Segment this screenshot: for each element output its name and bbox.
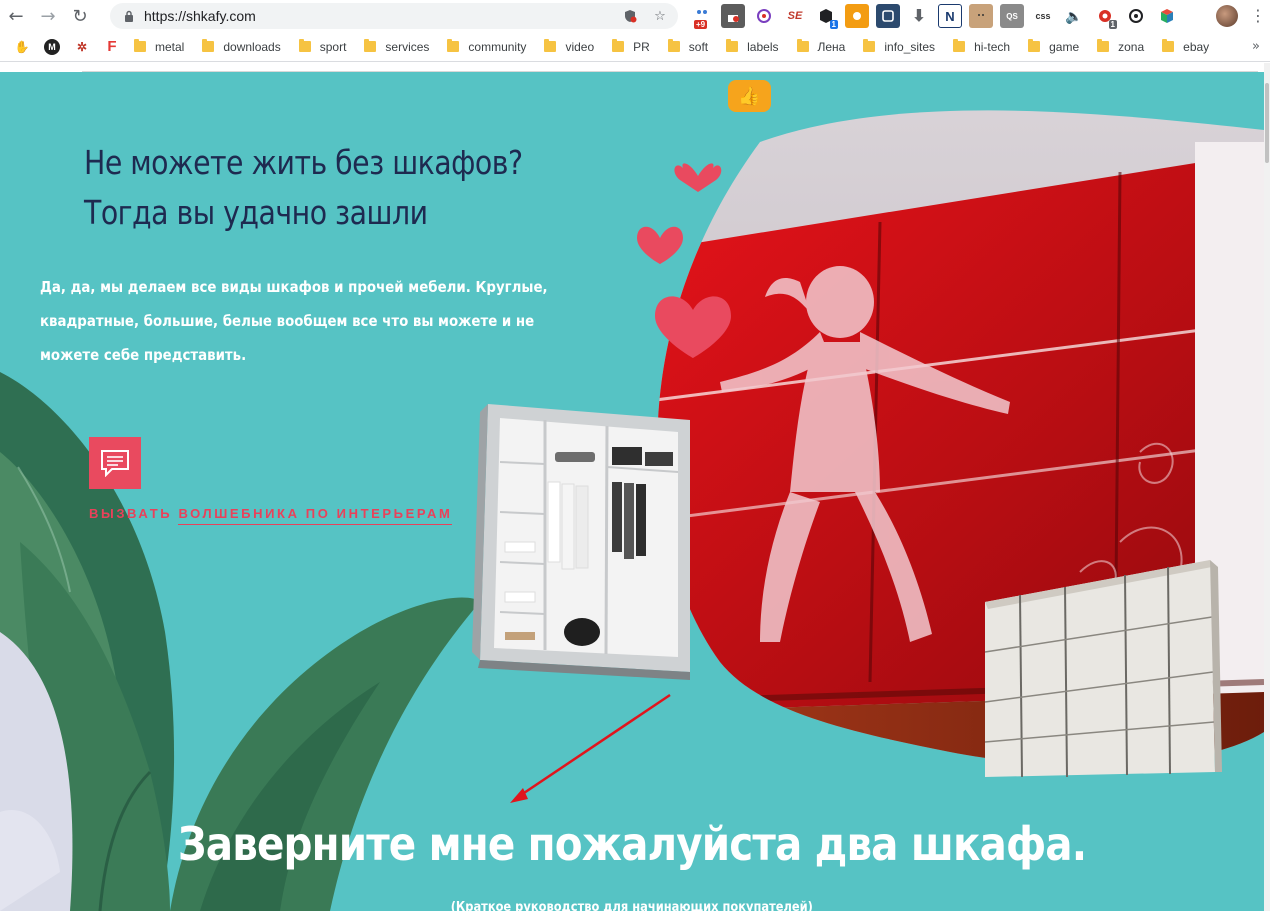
profile-avatar[interactable] (1216, 5, 1238, 27)
thumbs-up-icon: 👍 (738, 85, 761, 107)
call-designer-link[interactable]: ВЫЗВАТЬ ВОЛШЕБНИКА ПО ИНТЕРЬЕРАМ (89, 506, 453, 525)
hero-title-line-1: Не можете жить без шкафов? (84, 143, 523, 182)
bookmarks-overflow-icon[interactable]: » (1252, 39, 1260, 54)
bookmark-lena[interactable]: Лена (796, 39, 845, 54)
bookmark-labels[interactable]: labels (726, 39, 779, 54)
bookmark-info-sites[interactable]: info_sites (863, 39, 935, 54)
bookmark-pr[interactable]: PR (612, 39, 650, 54)
record-icon[interactable]: 1 (1093, 4, 1117, 29)
red-arrow-annotation (510, 693, 671, 803)
n-icon[interactable]: N (938, 4, 962, 28)
browser-menu-icon[interactable]: ⋮ (1250, 6, 1266, 26)
bookmarks-bar: ✋ M ✲ F metal downloads sport services c… (0, 32, 1270, 62)
face-icon[interactable] (969, 4, 993, 28)
box-badge: 1 (829, 20, 838, 29)
address-bar[interactable]: https://shkafy.com ☆ (110, 3, 678, 29)
bookmark-sport[interactable]: sport (298, 39, 346, 54)
folder-icon (953, 39, 966, 52)
web-page: 👍 Не можете жить без шкафов? Тогда вы уд… (0, 63, 1270, 911)
cube-icon[interactable] (1155, 4, 1179, 28)
like-button[interactable]: 👍 (728, 80, 771, 112)
folder-icon (667, 39, 680, 52)
bookmark-zona[interactable]: zona (1097, 39, 1144, 54)
weather-badge: +9 (694, 20, 708, 29)
se-icon[interactable]: SE (783, 4, 807, 28)
folder-icon (447, 39, 460, 52)
extensions-bar: +9 SE 1 ⬇ N QS css 🔈 1 (690, 4, 1186, 29)
folder-icon (726, 39, 739, 52)
lock-icon[interactable] (122, 9, 136, 23)
folder-icon (1097, 39, 1110, 52)
frame-icon[interactable] (876, 4, 900, 28)
hero-title: Не можете жить без шкафов? Тогда вы удач… (84, 138, 523, 238)
open-wardrobe-image (472, 404, 690, 680)
f-logo-icon[interactable]: F (104, 38, 120, 55)
qs-icon[interactable]: QS (1000, 4, 1024, 28)
folder-icon (134, 39, 146, 52)
section-title: Заверните мне пожалуйста два шкафа. (177, 817, 1087, 871)
cta-word-1: ВЫЗВАТЬ (89, 506, 173, 521)
lock-ext-icon[interactable] (721, 4, 745, 28)
folder-icon (1162, 39, 1175, 52)
reload-icon[interactable]: ↻ (64, 0, 96, 32)
cta-word-2[interactable]: ВОЛШЕБНИКА ПО ИНТЕРЬЕРАМ (178, 506, 453, 525)
forward-arrow-icon[interactable]: → (32, 0, 64, 32)
chat-bubble-icon (101, 450, 129, 477)
folder-icon (298, 39, 311, 52)
m-logo-icon[interactable]: M (44, 38, 60, 55)
ghost-icon[interactable] (752, 4, 776, 28)
hero-title-line-2: Тогда вы удачно зашли (84, 193, 428, 232)
chat-button[interactable] (89, 437, 141, 489)
folder-icon (796, 39, 809, 52)
volume-icon[interactable]: 🔈 (1062, 4, 1086, 28)
record-badge: 1 (1108, 20, 1117, 29)
hand-icon[interactable]: ✋ (14, 39, 30, 55)
bookmark-services[interactable]: services (364, 39, 429, 54)
bookmark-ebay[interactable]: ebay (1162, 39, 1209, 54)
bookmark-soft[interactable]: soft (667, 39, 708, 54)
bookmark-hi-tech[interactable]: hi-tech (953, 39, 1010, 54)
at-icon[interactable] (1124, 4, 1148, 28)
download-icon[interactable]: ⬇ (907, 4, 931, 28)
folder-icon (544, 39, 557, 52)
star-bookmark-icon[interactable]: ☆ (652, 8, 668, 24)
gear-red-icon[interactable]: ✲ (74, 39, 90, 55)
hero-description: Да, да, мы делаем все виды шкафов и проч… (40, 278, 548, 364)
section-subtitle: (Краткое руководство для начинающих поку… (450, 900, 814, 911)
orange-icon[interactable] (845, 4, 869, 28)
folder-icon (364, 39, 377, 52)
page-scrollbar[interactable] (1264, 63, 1270, 911)
bookmark-downloads[interactable]: downloads (202, 39, 281, 54)
hero-section: 👍 Не можете жить без шкафов? Тогда вы уд… (0, 72, 1264, 911)
browser-toolbar: ← → ↻ https://shkafy.com ☆ +9 SE 1 ⬇ N Q… (0, 0, 1270, 32)
css-icon[interactable]: css (1031, 4, 1055, 28)
weather-icon[interactable]: +9 (690, 4, 714, 29)
browser-window: ← → ↻ https://shkafy.com ☆ +9 SE 1 ⬇ N Q… (0, 0, 1270, 911)
scrollbar-thumb[interactable] (1265, 83, 1269, 163)
bookmark-video[interactable]: video (544, 39, 594, 54)
bookmark-game[interactable]: game (1028, 39, 1079, 54)
box-icon[interactable]: 1 (814, 4, 838, 29)
folder-icon (863, 39, 876, 52)
folder-icon (612, 39, 625, 52)
folder-icon (202, 39, 215, 52)
bookmark-community[interactable]: community (447, 39, 526, 54)
bookmark-metal[interactable]: metal (134, 39, 184, 54)
folder-icon (1028, 39, 1041, 52)
shield-block-icon[interactable] (622, 8, 638, 24)
back-arrow-icon[interactable]: ← (0, 0, 32, 32)
url-text[interactable]: https://shkafy.com (144, 8, 256, 24)
